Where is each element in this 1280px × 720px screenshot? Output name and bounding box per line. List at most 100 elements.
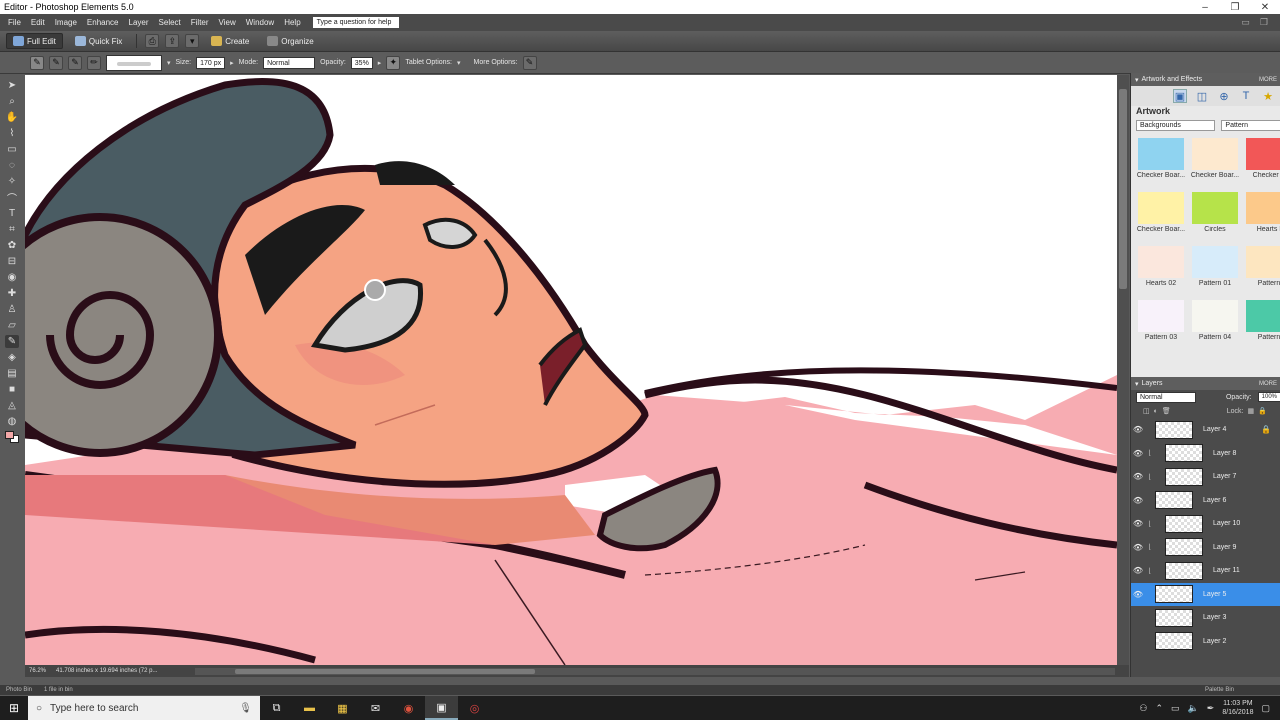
layer-row[interactable]: 👁 ⌊ Layer 10: [1131, 512, 1280, 536]
red-eye-tool-icon[interactable]: ◉: [5, 271, 19, 284]
new-layer-icon[interactable]: ◫: [1143, 407, 1150, 415]
layer-opacity-input[interactable]: 100%: [1257, 392, 1280, 402]
straighten-tool-icon[interactable]: ⊟: [5, 255, 19, 268]
favorites-star-icon[interactable]: ★: [1261, 89, 1275, 103]
artwork-icon[interactable]: ▣: [1173, 89, 1187, 103]
visibility-eye-icon[interactable]: 👁: [1131, 519, 1145, 528]
visibility-eye-icon[interactable]: 👁: [1131, 590, 1145, 599]
store-icon[interactable]: ▦: [326, 696, 359, 720]
taskbar-clock[interactable]: 11:03 PM 8/16/2018: [1222, 699, 1253, 717]
menu-file[interactable]: File: [4, 18, 25, 27]
artwork-thumbnail[interactable]: Checker B: [1243, 138, 1280, 191]
file-explorer-icon[interactable]: ▬: [293, 696, 326, 720]
lasso-tool-icon[interactable]: ◌: [5, 159, 19, 172]
zoom-level[interactable]: 76.2%: [29, 668, 46, 674]
menu-view[interactable]: View: [215, 18, 240, 27]
hand-tool-icon[interactable]: ✋: [5, 111, 19, 124]
move-tool-icon[interactable]: ➤: [5, 79, 19, 92]
volume-icon[interactable]: 🔈: [1188, 703, 1199, 714]
effects-icon[interactable]: ◫: [1195, 89, 1209, 103]
brush-preset-picker[interactable]: [106, 54, 162, 71]
canvas-vertical-scrollbar[interactable]: [1117, 75, 1129, 665]
lock-transparency-icon[interactable]: ▦: [1247, 407, 1254, 415]
menu-select[interactable]: Select: [155, 18, 185, 27]
print-icon[interactable]: ⎙: [145, 34, 160, 48]
help-search-input[interactable]: Type a question for help: [312, 17, 399, 28]
layers-more-button[interactable]: MORE: [1259, 381, 1277, 387]
brush-tool-icon[interactable]: ✎: [30, 55, 44, 70]
artwork-thumbnail[interactable]: Pattern 04: [1189, 300, 1241, 353]
artwork-category-select[interactable]: Backgrounds: [1136, 120, 1216, 131]
shape-tool-icon[interactable]: ■: [5, 383, 19, 396]
notifications-icon[interactable]: ▢: [1261, 703, 1270, 714]
minimize-button[interactable]: –: [1190, 2, 1220, 13]
vertical-scroll-thumb[interactable]: [1119, 89, 1127, 289]
visibility-eye-icon[interactable]: 👁: [1131, 496, 1145, 505]
photo-bin-toggle[interactable]: Photo Bin: [6, 687, 32, 693]
menu-layer[interactable]: Layer: [125, 18, 153, 27]
network-icon[interactable]: ▭: [1171, 703, 1180, 714]
gradient-tool-icon[interactable]: ▤: [5, 367, 19, 380]
color-swatches[interactable]: [5, 431, 19, 443]
paint-bucket-icon[interactable]: ◈: [5, 351, 19, 364]
artwork-thumbnail[interactable]: Checker Boar...: [1135, 192, 1187, 245]
eyedropper-tool-icon[interactable]: ⌇: [5, 127, 19, 140]
visibility-eye-icon[interactable]: 👁: [1131, 566, 1145, 575]
windows-start-icon[interactable]: ⊞: [0, 701, 28, 715]
layer-row[interactable]: 👁 Layer 6: [1131, 489, 1280, 513]
menu-filter[interactable]: Filter: [187, 18, 213, 27]
tablet-options-dropdown[interactable]: ▾: [457, 59, 461, 67]
filters-icon[interactable]: ⊕: [1217, 89, 1231, 103]
eraser-tool-icon[interactable]: ▱: [5, 319, 19, 332]
lock-all-icon[interactable]: 🔒: [1258, 407, 1267, 415]
taskbar-search-box[interactable]: ○ Type here to search 🎙: [28, 696, 260, 720]
pencil-tool-icon[interactable]: ✏: [87, 55, 101, 70]
marquee-tool-icon[interactable]: ▭: [5, 143, 19, 156]
airbrush-icon[interactable]: ✦: [386, 55, 401, 70]
layer-row[interactable]: Layer 3: [1131, 606, 1280, 630]
sponge-tool-icon[interactable]: ◍: [5, 415, 19, 428]
collapse-triangle-icon[interactable]: ▾: [1135, 76, 1139, 84]
color-replacement-icon[interactable]: ✎: [68, 55, 82, 70]
send-icon[interactable]: ▾: [185, 34, 200, 48]
chrome-icon[interactable]: ◉: [392, 696, 425, 720]
menu-image[interactable]: Image: [51, 18, 81, 27]
text-effects-icon[interactable]: T: [1239, 89, 1253, 103]
cookie-cutter-icon[interactable]: ✿: [5, 239, 19, 252]
opacity-slider-toggle[interactable]: ▸: [378, 59, 382, 67]
adjustment-layer-icon[interactable]: ◐: [1154, 408, 1158, 415]
doc-restore-icon[interactable]: ❐: [1260, 17, 1268, 28]
brush-tool-icon[interactable]: ✎: [5, 335, 19, 348]
delete-layer-icon[interactable]: 🗑: [1162, 407, 1171, 415]
pen-icon[interactable]: ✒: [1207, 703, 1215, 714]
menu-enhance[interactable]: Enhance: [83, 18, 123, 27]
zoom-tool-icon[interactable]: ⌕: [5, 95, 19, 108]
people-icon[interactable]: ⚇: [1139, 703, 1147, 714]
crop-tool-icon[interactable]: ⌗: [5, 223, 19, 236]
impressionist-brush-icon[interactable]: ✎: [49, 55, 63, 70]
photoshop-elements-taskbar-icon[interactable]: ▣: [425, 696, 458, 720]
layer-row[interactable]: Layer 2: [1131, 630, 1280, 654]
palette-bin-toggle[interactable]: Palette Bin: [1205, 687, 1280, 693]
selection-brush-icon[interactable]: ⌒: [5, 191, 19, 205]
artwork-thumbnail[interactable]: Checker Boar...: [1189, 138, 1241, 191]
opacity-input[interactable]: 35%: [350, 56, 373, 69]
menu-help[interactable]: Help: [280, 18, 304, 27]
magic-wand-tool-icon[interactable]: ✧: [5, 175, 19, 188]
type-tool-icon[interactable]: T: [5, 207, 19, 220]
create-button[interactable]: Create: [205, 34, 255, 48]
restore-button[interactable]: ❐: [1220, 2, 1250, 13]
artwork-thumbnail[interactable]: Hearts I: [1243, 192, 1280, 245]
layers-panel-header[interactable]: ▾ Layers MORE: [1131, 377, 1280, 390]
menu-window[interactable]: Window: [242, 18, 278, 27]
chevron-up-icon[interactable]: ⌃: [1156, 703, 1164, 714]
size-slider-toggle[interactable]: ▸: [230, 59, 234, 67]
artwork-thumbnail[interactable]: Pattern 03: [1135, 300, 1187, 353]
layer-row[interactable]: 👁 ⌊ Layer 11: [1131, 559, 1280, 583]
artwork-thumbnail[interactable]: Circles: [1189, 192, 1241, 245]
layer-row[interactable]: 👁 Layer 4 🔒: [1131, 418, 1280, 442]
visibility-eye-icon[interactable]: 👁: [1131, 543, 1145, 552]
more-options-brush-icon[interactable]: ✎: [522, 55, 537, 70]
artwork-thumbnail[interactable]: Hearts 02: [1135, 246, 1187, 299]
healing-brush-icon[interactable]: ✚: [5, 287, 19, 300]
